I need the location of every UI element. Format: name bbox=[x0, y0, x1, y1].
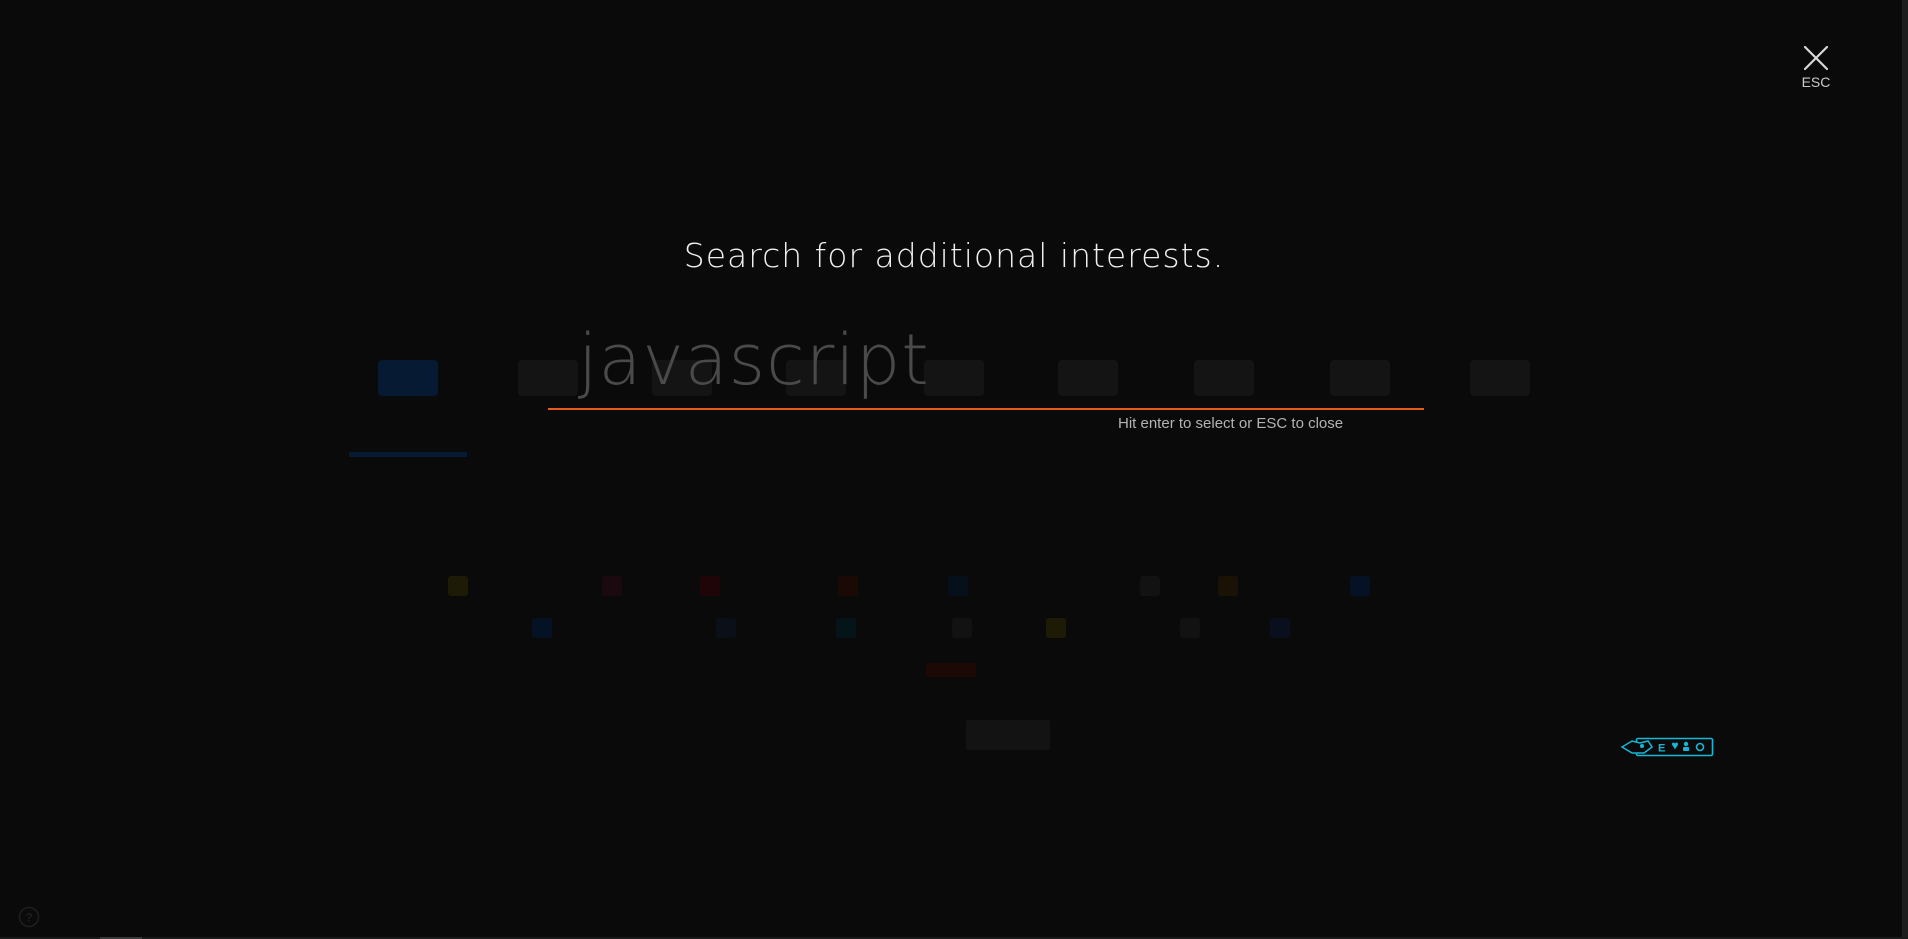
background-chip bbox=[1046, 616, 1066, 640]
accessibility-badge-icon[interactable]: E bbox=[1620, 737, 1714, 757]
close-label: ESC bbox=[1801, 74, 1831, 90]
background-chip bbox=[948, 574, 968, 598]
search-hint: Hit enter to select or ESC to close bbox=[1118, 415, 1344, 432]
background-chip bbox=[1180, 616, 1200, 640]
background-link bbox=[926, 663, 976, 677]
search-overlay-page: ESC Search for additional interests. Hit… bbox=[0, 0, 1908, 939]
background-chip bbox=[700, 574, 720, 598]
background-chip bbox=[1140, 574, 1160, 598]
help-icon[interactable]: ? bbox=[18, 906, 40, 928]
background-step bbox=[1440, 360, 1560, 416]
background-next-button bbox=[966, 720, 1050, 750]
close-icon bbox=[1803, 45, 1829, 71]
interest-search-input[interactable] bbox=[548, 312, 1424, 410]
svg-text:E: E bbox=[1658, 743, 1665, 755]
background-chip bbox=[836, 616, 856, 640]
background-step-underline bbox=[349, 452, 467, 457]
background-heading bbox=[700, 528, 1208, 550]
background-chip bbox=[838, 574, 858, 598]
background-chip bbox=[952, 616, 972, 640]
background-step-icon bbox=[1470, 360, 1530, 396]
close-button[interactable]: ESC bbox=[1790, 44, 1842, 98]
background-chip bbox=[1218, 574, 1238, 598]
svg-text:?: ? bbox=[25, 911, 32, 925]
background-chip bbox=[602, 574, 622, 598]
background-intro-text bbox=[620, 132, 1290, 184]
background-chip bbox=[1270, 616, 1290, 640]
search-title: Search for additional interests. bbox=[683, 236, 1225, 275]
background-chip bbox=[716, 616, 736, 640]
background-chip bbox=[1350, 574, 1370, 598]
background-step-icon bbox=[378, 360, 438, 396]
dimmed-background-page bbox=[0, 0, 1908, 939]
background-chip bbox=[532, 616, 552, 640]
background-chip bbox=[448, 574, 468, 598]
scrollbar[interactable] bbox=[1902, 0, 1908, 939]
background-back-button bbox=[858, 720, 942, 750]
background-step bbox=[348, 360, 468, 457]
